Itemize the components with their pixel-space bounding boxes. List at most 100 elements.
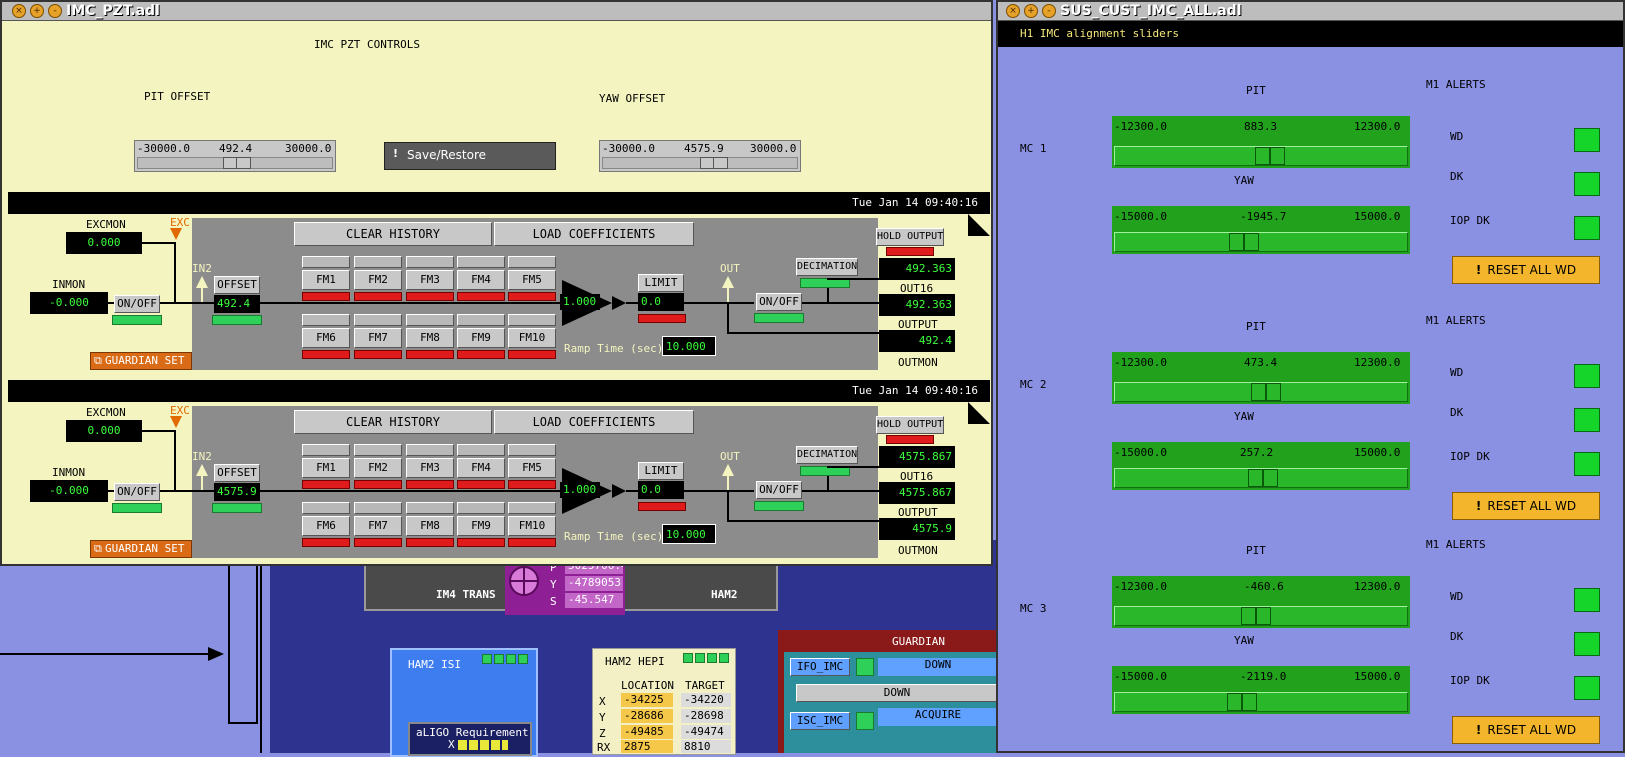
ham2-isi-panel[interactable]: HAM2 ISI aLIGO Requirement X <box>390 648 538 757</box>
hold-output-button[interactable]: HOLD OUTPUT <box>876 228 944 246</box>
fm-button[interactable]: FM10 <box>508 516 556 536</box>
gain-value[interactable]: 1.000 <box>560 294 600 310</box>
fm-button[interactable]: FM6 <box>302 516 350 536</box>
pit-offset-slider[interactable]: -30000.0 492.4 30000.0 <box>134 140 336 172</box>
yaw-offset-slider[interactable]: -30000.0 4575.9 30000.0 <box>599 140 801 172</box>
clear-history-button[interactable]: CLEAR HISTORY <box>294 222 492 246</box>
fm-button[interactable]: FM5 <box>508 458 556 478</box>
maximize-window-icon[interactable]: + <box>30 4 44 18</box>
slider-track[interactable] <box>602 157 798 169</box>
guardian-request[interactable]: DOWN <box>796 684 998 702</box>
gain-value[interactable]: 1.000 <box>560 482 600 498</box>
slider-track[interactable] <box>1114 606 1408 626</box>
offset-value[interactable]: 4575.9 <box>214 483 260 501</box>
slider-thumb[interactable] <box>700 157 728 169</box>
slider-thumb[interactable] <box>1251 383 1281 401</box>
fm-button[interactable]: FM4 <box>457 458 505 478</box>
limit-button[interactable]: LIMIT <box>638 462 684 480</box>
fm-button[interactable]: FM6 <box>302 328 350 348</box>
slider-thumb[interactable] <box>1229 233 1259 251</box>
input-onoff-button[interactable]: ON/OFF <box>114 483 160 501</box>
yaw-slider[interactable]: -15000.0 -1945.7 15000.0 <box>1112 206 1410 254</box>
ramp-time-value[interactable]: 10.000 <box>662 336 716 356</box>
offset-value[interactable]: 492.4 <box>214 295 260 313</box>
pys-y-value: -4789053. <box>565 576 623 591</box>
guardian-panel[interactable]: GUARDIAN IFO_IMC DOWN DOWN ISC_IMC ACQUI… <box>778 630 998 753</box>
decimation-button[interactable]: DECIMATION <box>796 446 858 464</box>
reset-all-wd-button[interactable]: ! RESET ALL WD <box>1452 256 1600 284</box>
yaw-slider[interactable]: -15000.0 257.2 15000.0 <box>1112 442 1410 490</box>
offset-button[interactable]: OFFSET <box>214 464 260 482</box>
fm-button[interactable]: FM3 <box>406 270 454 290</box>
slider-track[interactable] <box>1114 468 1408 488</box>
minimize-window-icon[interactable]: - <box>1042 4 1056 18</box>
reset-all-wd-button[interactable]: ! RESET ALL WD <box>1452 716 1600 744</box>
fm-button[interactable]: FM3 <box>406 458 454 478</box>
fm-button[interactable]: FM4 <box>457 270 505 290</box>
ham2-hepi-panel[interactable]: HAM2 HEPI LOCATION TARGET X -34225 -3422… <box>592 648 736 755</box>
fm-top-cap <box>302 256 350 268</box>
slider-max: 30000.0 <box>285 142 332 155</box>
pit-label: PIT <box>1246 544 1266 557</box>
limit-value[interactable]: 0.0 <box>638 481 684 499</box>
slider-track[interactable] <box>1114 146 1408 166</box>
clear-history-button[interactable]: CLEAR HISTORY <box>294 410 492 434</box>
slider-track[interactable] <box>137 157 333 169</box>
slider-thumb[interactable] <box>223 157 251 169</box>
slider-track[interactable] <box>1114 232 1408 252</box>
minimize-window-icon[interactable]: - <box>48 4 62 18</box>
guardian-node-isc-imc[interactable]: ISC_IMC <box>790 712 850 730</box>
maximize-window-icon[interactable]: + <box>1024 4 1038 18</box>
decimation-button[interactable]: DECIMATION <box>796 258 858 276</box>
pit-slider[interactable]: -12300.0 -460.6 12300.0 <box>1112 576 1410 628</box>
pit-slider[interactable]: -12300.0 883.3 12300.0 <box>1112 116 1410 168</box>
hepi-axis: Z <box>599 727 606 740</box>
slider-value: -460.6 <box>1244 580 1284 593</box>
isi-led <box>506 654 516 664</box>
slider-thumb[interactable] <box>1255 147 1285 165</box>
title-bar[interactable]: × + - IMC_PZT.adl <box>2 2 991 21</box>
hold-output-button[interactable]: HOLD OUTPUT <box>876 416 944 434</box>
fm-button[interactable]: FM5 <box>508 270 556 290</box>
title-bar[interactable]: × + - SUS_CUST_IMC_ALL.adl <box>998 2 1623 21</box>
slider-thumb[interactable] <box>1227 693 1257 711</box>
sus-cust-window[interactable]: × + - SUS_CUST_IMC_ALL.adl H1 IMC alignm… <box>996 0 1625 753</box>
load-coefficients-button[interactable]: LOAD COEFFICIENTS <box>494 222 694 246</box>
fm-button[interactable]: FM7 <box>354 516 402 536</box>
guardian-set-button[interactable]: ⧉ GUARDIAN SET <box>90 540 192 558</box>
limit-button[interactable]: LIMIT <box>638 274 684 292</box>
out-label: OUT <box>720 450 740 463</box>
slider-thumb[interactable] <box>1241 607 1271 625</box>
imc-pzt-window[interactable]: × + - IMC_PZT.adl IMC PZT CONTROLS PIT O… <box>0 0 993 566</box>
offset-button[interactable]: OFFSET <box>214 276 260 294</box>
save-restore-button[interactable]: ! Save/Restore <box>384 142 556 170</box>
fm-top-cap <box>354 314 402 326</box>
slider-track[interactable] <box>1114 692 1408 712</box>
fm-button[interactable]: FM2 <box>354 458 402 478</box>
fm-button[interactable]: FM1 <box>302 458 350 478</box>
ramp-time-value[interactable]: 10.000 <box>662 524 716 544</box>
fm-button[interactable]: FM1 <box>302 270 350 290</box>
fm-button[interactable]: FM10 <box>508 328 556 348</box>
load-coefficients-button[interactable]: LOAD COEFFICIENTS <box>494 410 694 434</box>
slider-thumb[interactable] <box>1248 469 1278 487</box>
close-window-icon[interactable]: × <box>12 4 26 18</box>
fm-button[interactable]: FM8 <box>406 516 454 536</box>
fm-top-cap <box>457 256 505 268</box>
fm-button[interactable]: FM8 <box>406 328 454 348</box>
yaw-slider[interactable]: -15000.0 -2119.0 15000.0 <box>1112 666 1410 714</box>
limit-led <box>638 314 686 323</box>
fm-button[interactable]: FM9 <box>457 328 505 348</box>
fm-button[interactable]: FM2 <box>354 270 402 290</box>
input-onoff-button[interactable]: ON/OFF <box>114 295 160 313</box>
pit-slider[interactable]: -12300.0 473.4 12300.0 <box>1112 352 1410 404</box>
output-onoff-button[interactable]: ON/OFF <box>756 293 802 311</box>
output-onoff-button[interactable]: ON/OFF <box>756 481 802 499</box>
close-window-icon[interactable]: × <box>1006 4 1020 18</box>
slider-track[interactable] <box>1114 382 1408 402</box>
guardian-set-button[interactable]: ⧉ GUARDIAN SET <box>90 352 192 370</box>
guardian-node-ifo-imc[interactable]: IFO_IMC <box>790 658 850 676</box>
fm-button[interactable]: FM7 <box>354 328 402 348</box>
limit-value[interactable]: 0.0 <box>638 293 684 311</box>
fm-button[interactable]: FM9 <box>457 516 505 536</box>
